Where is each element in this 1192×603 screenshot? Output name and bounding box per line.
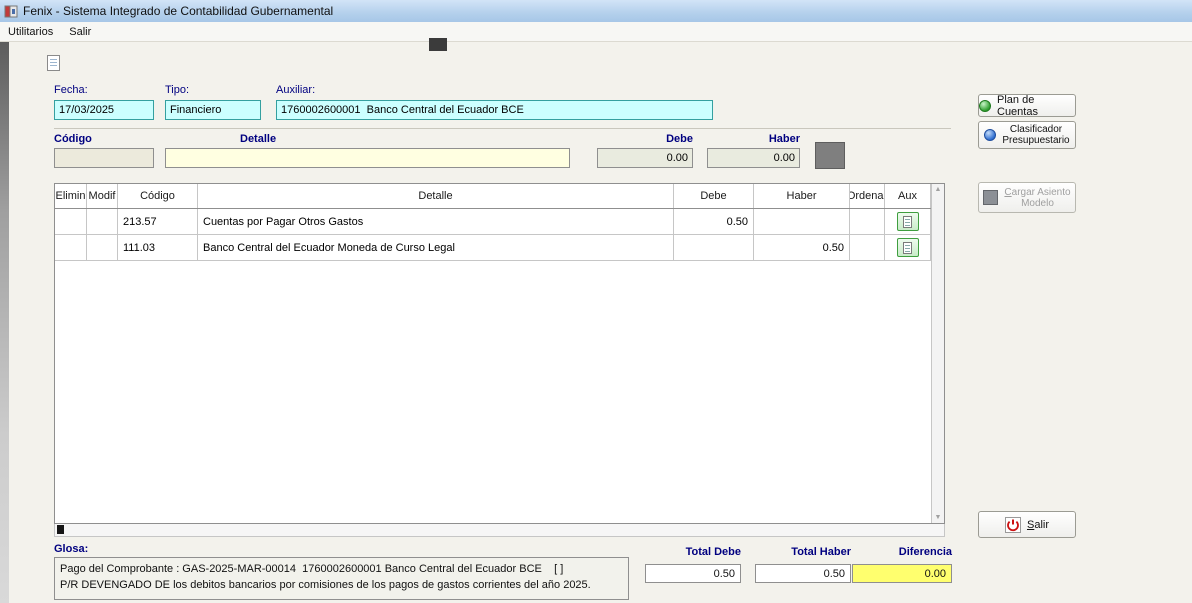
menu-item-salir[interactable]: Salir — [61, 23, 99, 41]
app-window: Fenix - Sistema Integrado de Contabilida… — [0, 0, 1192, 603]
cell-elimin[interactable] — [55, 235, 87, 260]
cell-ordenar[interactable] — [850, 209, 885, 234]
glosa-line-1: Pago del Comprobante : GAS-2025-MAR-0001… — [60, 561, 623, 577]
table-row[interactable]: 213.57 Cuentas por Pagar Otros Gastos 0.… — [55, 209, 931, 235]
plan-de-cuentas-label: Plan de Cuentas — [997, 94, 1075, 118]
col-header-ordenar: Ordenar — [850, 184, 885, 208]
plan-de-cuentas-button[interactable]: Plan de Cuentas — [978, 94, 1076, 117]
debe-label: Debe — [597, 133, 693, 145]
cell-modif[interactable] — [87, 209, 118, 234]
fecha-input[interactable] — [54, 100, 154, 120]
total-debe-field: 0.50 — [645, 564, 741, 583]
glosa-line-2: P/R DEVENGADO DE los debitos bancarios p… — [60, 577, 623, 593]
hscrollbar-thumb[interactable] — [57, 525, 64, 534]
table-header-row: Elimin Modif Código Detalle Debe Haber O… — [55, 184, 931, 209]
cell-aux — [885, 235, 931, 260]
col-header-haber: Haber — [754, 184, 850, 208]
table-row[interactable]: 111.03 Banco Central del Ecuador Moneda … — [55, 235, 931, 261]
entries-table: Elimin Modif Código Detalle Debe Haber O… — [54, 183, 945, 524]
diferencia-label: Diferencia — [852, 546, 952, 558]
cell-modif[interactable] — [87, 235, 118, 260]
detalle-input[interactable] — [165, 148, 570, 168]
cell-haber — [754, 209, 850, 234]
col-header-detalle: Detalle — [198, 184, 674, 208]
new-document-icon — [47, 55, 60, 71]
total-haber-label: Total Haber — [755, 546, 851, 558]
titlebar: Fenix - Sistema Integrado de Contabilida… — [0, 0, 1192, 22]
cargar-asiento-modelo-button[interactable]: Cargar Asiento Modelo — [978, 182, 1076, 213]
gray-square-button[interactable] — [815, 142, 845, 169]
green-sphere-icon — [979, 100, 991, 112]
dark-handle — [429, 38, 447, 51]
cell-haber: 0.50 — [754, 235, 850, 260]
haber-label: Haber — [707, 133, 800, 145]
fecha-label: Fecha: — [54, 84, 88, 96]
haber-input[interactable] — [707, 148, 800, 168]
codigo-label: Código — [54, 133, 92, 145]
tipo-label: Tipo: — [165, 84, 189, 96]
cell-debe: 0.50 — [674, 209, 754, 234]
window-title: Fenix - Sistema Integrado de Contabilida… — [23, 4, 333, 18]
document-icon — [903, 242, 912, 254]
scroll-up-icon[interactable]: ▲ — [935, 186, 942, 193]
left-edge-strip — [0, 42, 9, 603]
cell-detalle: Banco Central del Ecuador Moneda de Curs… — [198, 235, 674, 260]
total-debe-label: Total Debe — [645, 546, 741, 558]
auxiliar-input[interactable] — [276, 100, 713, 120]
tipo-input[interactable] — [165, 100, 261, 120]
codigo-input[interactable] — [54, 148, 154, 168]
table-horizontal-scrollbar[interactable] — [54, 524, 945, 537]
model-entry-icon — [983, 190, 998, 205]
detalle-label: Detalle — [240, 133, 276, 145]
power-icon — [1005, 517, 1021, 533]
cell-elimin[interactable] — [55, 209, 87, 234]
document-icon — [903, 216, 912, 228]
app-icon — [4, 4, 18, 18]
col-header-debe: Debe — [674, 184, 754, 208]
blue-sphere-icon — [984, 129, 996, 141]
clasificador-label: Clasificador Presupuestario — [1002, 124, 1069, 146]
clasificador-presupuestario-button[interactable]: Clasificador Presupuestario — [978, 121, 1076, 149]
col-header-aux: Aux — [885, 184, 931, 208]
diferencia-field: 0.00 — [852, 564, 952, 583]
new-document-button[interactable] — [42, 52, 64, 74]
table-vertical-scrollbar[interactable]: ▲ ▼ — [931, 184, 944, 523]
separator-line — [54, 128, 951, 129]
salir-label: Salir — [1027, 519, 1049, 531]
cell-aux — [885, 209, 931, 234]
cell-codigo: 111.03 — [118, 235, 198, 260]
debe-input[interactable] — [597, 148, 693, 168]
cell-detalle: Cuentas por Pagar Otros Gastos — [198, 209, 674, 234]
cargar-asiento-label: Cargar Asiento Modelo — [1004, 187, 1070, 209]
aux-button[interactable] — [897, 238, 919, 257]
glosa-label: Glosa: — [54, 543, 88, 555]
col-header-elimin: Elimin — [55, 184, 87, 208]
menu-item-utilitarios[interactable]: Utilitarios — [0, 23, 61, 41]
salir-button[interactable]: Salir — [978, 511, 1076, 538]
total-haber-field: 0.50 — [755, 564, 851, 583]
entries-grid: Elimin Modif Código Detalle Debe Haber O… — [55, 184, 931, 261]
cell-debe — [674, 235, 754, 260]
scroll-down-icon[interactable]: ▼ — [935, 514, 942, 521]
cell-codigo: 213.57 — [118, 209, 198, 234]
col-header-codigo: Código — [118, 184, 198, 208]
auxiliar-label: Auxiliar: — [276, 84, 315, 96]
glosa-textarea[interactable]: Pago del Comprobante : GAS-2025-MAR-0001… — [54, 557, 629, 600]
col-header-modif: Modif — [87, 184, 118, 208]
aux-button[interactable] — [897, 212, 919, 231]
menubar: Utilitarios Salir — [0, 22, 1192, 42]
cell-ordenar[interactable] — [850, 235, 885, 260]
